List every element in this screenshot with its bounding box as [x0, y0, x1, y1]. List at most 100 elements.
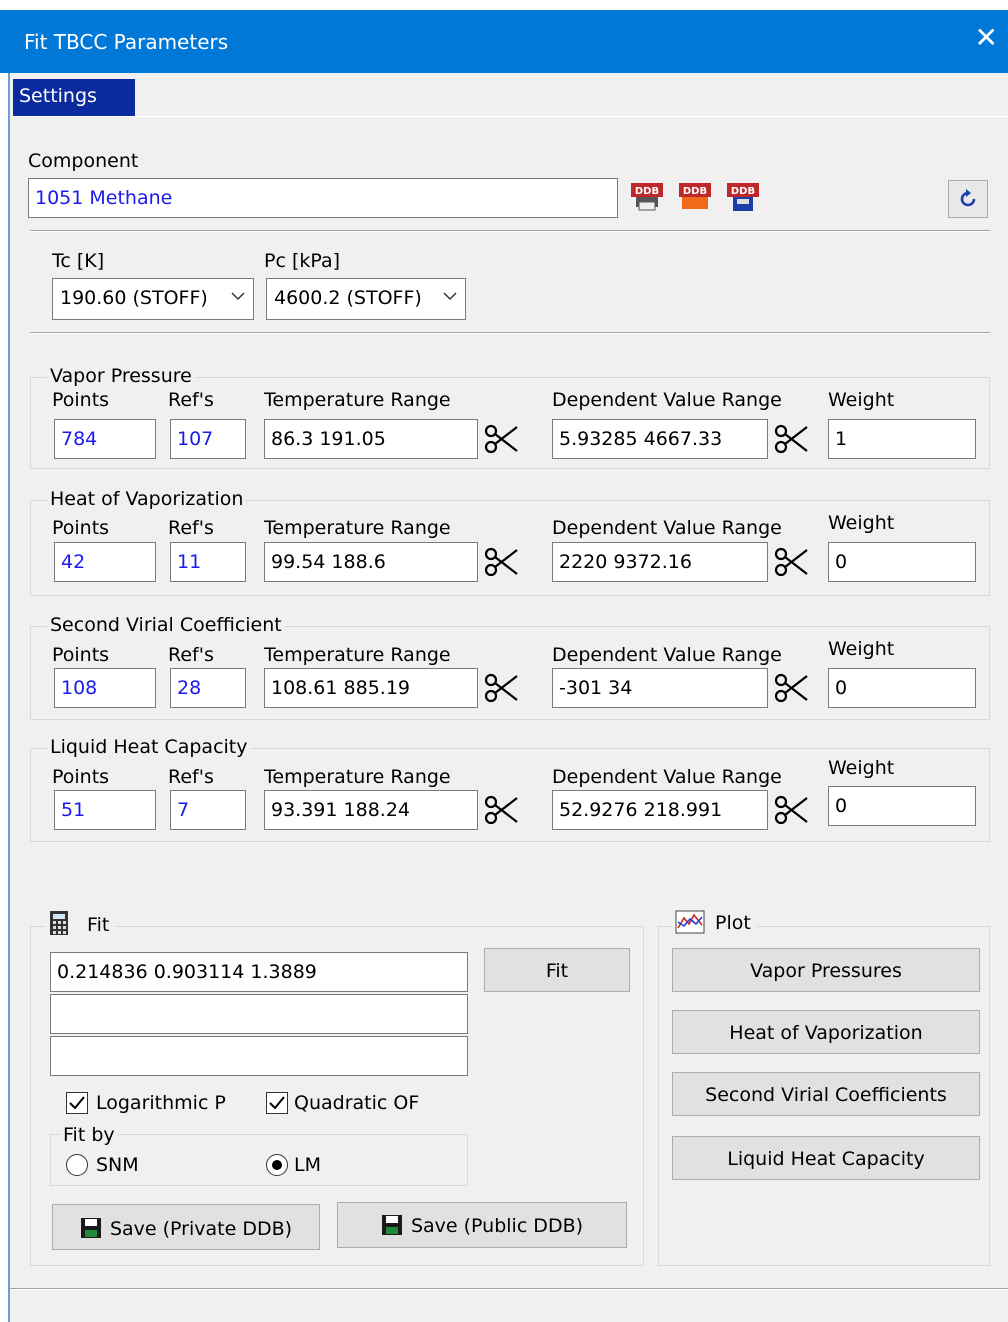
refs-field[interactable]: 28 [170, 668, 246, 708]
weight-label: Weight [828, 757, 895, 779]
points-label: Points [52, 517, 110, 539]
quadratic-of-label: Quadratic OF [294, 1092, 420, 1114]
dependent-value-range-field[interactable]: -301 34 [552, 668, 768, 708]
group-title: Second Virial Coefficient [47, 614, 285, 636]
refs-field[interactable]: 107 [170, 419, 246, 459]
points-label: Points [52, 644, 110, 666]
temperature-range-field[interactable]: 86.3 191.05 [264, 419, 478, 459]
pc-label: Pc [kPa] [264, 250, 341, 272]
points-field[interactable]: 108 [54, 668, 156, 708]
temperature-range-label: Temperature Range [264, 766, 451, 788]
plot-group-title: Plot [715, 912, 751, 934]
plot-second-virial-coefficients-button[interactable]: Second Virial Coefficients [672, 1072, 980, 1116]
dependent-value-range-field[interactable]: 2220 9372.16 [552, 542, 768, 582]
temperature-range-label: Temperature Range [264, 389, 451, 411]
temperature-range-label: Temperature Range [264, 517, 451, 539]
refresh-button[interactable] [948, 180, 988, 218]
logarithmic-p-label: Logarithmic P [96, 1092, 226, 1114]
weight-field[interactable]: 0 [828, 542, 976, 582]
fit-result-1[interactable]: 0.214836 0.903114 1.3889 [50, 952, 468, 992]
scissors-icon[interactable] [483, 421, 521, 457]
fit-group-title: Fit [87, 914, 110, 936]
dependent-value-range-label: Dependent Value Range [552, 517, 782, 539]
group-title: Liquid Heat Capacity [47, 736, 251, 758]
weight-field[interactable]: 0 [828, 668, 976, 708]
close-icon[interactable]: ✕ [975, 24, 998, 52]
scissors-icon[interactable] [483, 670, 521, 706]
tab-settings[interactable]: Settings [13, 79, 135, 116]
chevron-down-icon [443, 292, 457, 301]
scissors-icon[interactable] [483, 792, 521, 828]
svg-text:DDB: DDB [731, 186, 755, 197]
divider [30, 230, 990, 232]
points-label: Points [52, 766, 110, 788]
refs-field[interactable]: 7 [170, 790, 246, 830]
refresh-icon [960, 189, 976, 207]
temperature-range-field[interactable]: 99.54 188.6 [264, 542, 478, 582]
dependent-value-range-label: Dependent Value Range [552, 389, 782, 411]
ddb-print-icon[interactable]: DDB [630, 180, 664, 214]
checkmark-icon [269, 1096, 285, 1110]
scissors-icon[interactable] [773, 670, 811, 706]
ddb-save-icon[interactable]: DDB [726, 180, 760, 214]
save-private-ddb-button[interactable]: Save (Private DDB) [52, 1204, 320, 1250]
svg-text:DDB: DDB [683, 186, 707, 197]
temperature-range-field[interactable]: 108.61 885.19 [264, 668, 478, 708]
points-field[interactable]: 784 [54, 419, 156, 459]
weight-label: Weight [828, 638, 895, 660]
floppy-disk-icon [381, 1215, 402, 1235]
refs-field[interactable]: 11 [170, 542, 246, 582]
component-field[interactable]: 1051 Methane [28, 178, 618, 218]
save-public-label: Save (Public DDB) [410, 1215, 584, 1237]
chevron-down-icon [231, 292, 245, 301]
scissors-icon[interactable] [773, 544, 811, 580]
group-title: Heat of Vaporization [47, 488, 247, 510]
fit-by-title: Fit by [60, 1124, 118, 1146]
temperature-range-field[interactable]: 93.391 188.24 [264, 790, 478, 830]
points-label: Points [52, 389, 110, 411]
refs-label: Ref's [168, 766, 214, 788]
status-divider [10, 1288, 1008, 1290]
ddb-orange-icon[interactable]: DDB [678, 180, 712, 214]
fit-group-header: Fit [46, 910, 116, 940]
fit-result-3[interactable] [50, 1036, 468, 1076]
points-field[interactable]: 51 [54, 790, 156, 830]
dependent-value-range-label: Dependent Value Range [552, 644, 782, 666]
floppy-disk-icon [80, 1218, 101, 1238]
plot-group-header: Plot [672, 910, 757, 940]
dependent-value-range-label: Dependent Value Range [552, 766, 782, 788]
refs-label: Ref's [168, 517, 214, 539]
points-field[interactable]: 42 [54, 542, 156, 582]
tc-label: Tc [K] [52, 250, 105, 272]
scissors-icon[interactable] [773, 792, 811, 828]
calculator-icon [50, 911, 68, 935]
radio-selected-dot [272, 1160, 282, 1170]
tc-select[interactable]: 190.60 (STOFF) [52, 278, 254, 320]
pc-select[interactable]: 4600.2 (STOFF) [266, 278, 466, 320]
title-bar: Fit TBCC Parameters ✕ [0, 10, 1008, 73]
scissors-icon[interactable] [773, 421, 811, 457]
divider [30, 332, 990, 334]
plot-liquid-heat-capacity-button[interactable]: Liquid Heat Capacity [672, 1136, 980, 1180]
group-title: Vapor Pressure [47, 365, 195, 387]
scissors-icon[interactable] [483, 544, 521, 580]
pc-value: 4600.2 (STOFF) [274, 287, 422, 309]
save-private-label: Save (Private DDB) [109, 1218, 293, 1240]
weight-label: Weight [828, 512, 895, 534]
dependent-value-range-field[interactable]: 5.93285 4667.33 [552, 419, 768, 459]
component-label: Component [28, 150, 139, 172]
lm-label: LM [294, 1154, 321, 1176]
weight-field[interactable]: 0 [828, 786, 976, 826]
fit-button[interactable]: Fit [484, 948, 630, 992]
weight-field[interactable]: 1 [828, 419, 976, 459]
plot-heat-of-vaporization-button[interactable]: Heat of Vaporization [672, 1010, 980, 1054]
dependent-value-range-field[interactable]: 52.9276 218.991 [552, 790, 768, 830]
plot-vapor-pressures-button[interactable]: Vapor Pressures [672, 948, 980, 992]
window-title: Fit TBCC Parameters [24, 30, 229, 54]
temperature-range-label: Temperature Range [264, 644, 451, 666]
refs-label: Ref's [168, 389, 214, 411]
tc-value: 190.60 (STOFF) [60, 287, 208, 309]
save-public-ddb-button[interactable]: Save (Public DDB) [337, 1202, 627, 1248]
checkmark-icon [69, 1096, 85, 1110]
fit-result-2[interactable] [50, 994, 468, 1034]
